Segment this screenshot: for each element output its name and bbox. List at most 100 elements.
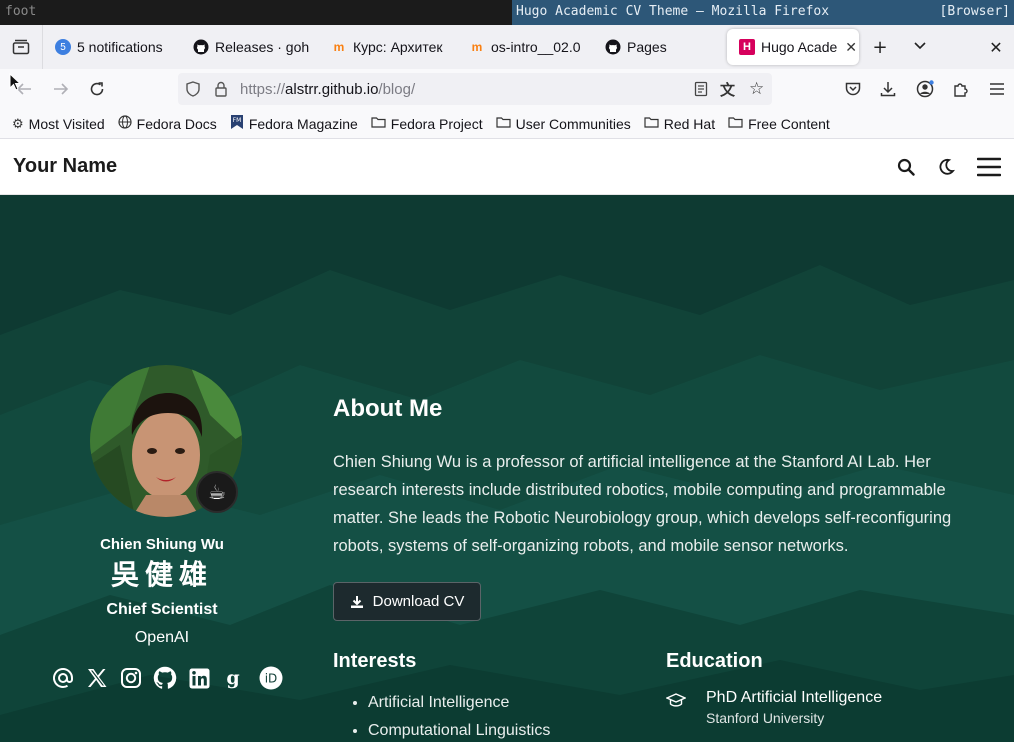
download-icon [880, 82, 896, 97]
interests-title: Interests [333, 650, 417, 672]
bookmark-most-visited[interactable]: ⚙ Most Visited [12, 116, 105, 132]
profile-name-cjk: 吳健雄 [110, 558, 213, 591]
reload-button[interactable] [85, 77, 109, 101]
url-path: /blog/ [378, 80, 416, 98]
education-school: Stanford University [706, 710, 825, 726]
translate-icon[interactable]: 文 [720, 79, 735, 100]
email-icon[interactable] [50, 665, 76, 691]
tab-os-intro[interactable]: m os-intro__02.0 [457, 25, 593, 69]
folder-icon [371, 116, 386, 131]
hamburger-menu-icon[interactable] [977, 157, 1001, 177]
downloads-button[interactable] [876, 77, 900, 101]
education-title: Education [666, 650, 763, 672]
close-window-button[interactable]: ✕ [978, 38, 1014, 57]
orcid-icon[interactable]: iD [258, 665, 284, 691]
close-tab-icon[interactable]: ✕ [845, 39, 857, 56]
bookmark-label: Fedora Project [390, 115, 483, 132]
list-tabs-button[interactable] [900, 39, 940, 55]
dark-mode-toggle-icon[interactable] [937, 158, 955, 176]
puzzle-icon [954, 83, 968, 97]
notification-badge-icon: 5 [55, 39, 71, 55]
star-bookmark-icon[interactable]: ☆ [749, 79, 764, 99]
fedora-magazine-icon: FM [230, 114, 244, 133]
reload-icon [90, 82, 104, 96]
desktop-topbar: foot Hugo Academic CV Theme — Mozilla Fi… [0, 0, 1014, 25]
gear-icon: ⚙ [12, 115, 24, 131]
list-item: Artificial Intelligence [368, 689, 550, 717]
bookmark-label: Red Hat [663, 115, 716, 132]
github-icon [193, 39, 209, 55]
pocket-button[interactable] [841, 77, 865, 101]
firefox-window: 5 5 notifications Releases · goh m Курс:… [0, 25, 1014, 742]
bookmark-user-communities[interactable]: User Communities [495, 116, 631, 132]
graduation-cap-icon [665, 693, 687, 726]
pocket-icon [845, 82, 861, 96]
tab-label: Курс: Архитек [353, 39, 443, 55]
chevron-down-icon [914, 42, 926, 50]
bookmarks-toolbar: ⚙ Most Visited Fedora Docs FM Fedora Mag… [0, 109, 1014, 139]
about-bio: Chien Shiung Wu is a professor of artifi… [333, 453, 952, 555]
github-icon[interactable] [152, 665, 178, 691]
tab-releases[interactable]: Releases · goh [181, 25, 319, 69]
bookmark-fedora-magazine[interactable]: FM Fedora Magazine [230, 114, 358, 133]
moodle-icon: m [333, 40, 345, 54]
workspace-tag: [Browser] [939, 4, 1010, 19]
tracking-protection-icon[interactable] [186, 81, 204, 97]
moodle-icon: m [471, 40, 483, 54]
list-item: Computational Linguistics [368, 717, 550, 742]
hamburger-icon [990, 83, 1004, 95]
lock-icon[interactable] [214, 81, 232, 97]
tab-label: Releases · goh [215, 39, 310, 55]
site-nav-actions [875, 157, 1001, 177]
tab-course[interactable]: m Курс: Архитек [319, 25, 457, 69]
hero-section: ☕ Chien Shiung Wu 吳健雄 Chief Scientist Op… [0, 195, 1014, 742]
tab-label: os-intro__02.0 [491, 39, 581, 55]
folder-icon [495, 116, 511, 131]
extensions-button[interactable] [949, 77, 973, 101]
education-degree: PhD Artificial Intelligence [706, 689, 883, 706]
search-icon[interactable] [897, 158, 915, 176]
tab-hugo-academic[interactable]: H Hugo Acade ✕ [727, 29, 859, 65]
bookmark-label: Free Content [748, 115, 830, 132]
tab-actions: + ✕ [860, 25, 1014, 69]
profile-role: Chief Scientist [106, 601, 218, 618]
profile-name: Chien Shiung Wu [100, 536, 224, 553]
mouse-cursor-icon [9, 73, 21, 91]
download-icon [350, 595, 364, 609]
bookmark-fedora-docs[interactable]: Fedora Docs [118, 115, 217, 132]
tab-label: Hugo Acade [761, 39, 838, 55]
app-menu-button[interactable] [985, 77, 1009, 101]
linkedin-icon[interactable] [186, 665, 212, 691]
download-cv-label: Download CV [372, 593, 465, 610]
site-navbar: Your Name [0, 139, 1014, 195]
site-brand[interactable]: Your Name [13, 155, 117, 178]
arrow-right-icon [54, 83, 69, 95]
x-twitter-icon[interactable] [84, 665, 110, 691]
url-text: https://alstrr.github.io/blog/ [240, 81, 415, 98]
google-scholar-icon[interactable]: g [220, 665, 246, 691]
web-page: Your Name ☕ Chien Shiung Wu 吳健雄 Chief Sc… [0, 139, 1014, 742]
instagram-icon[interactable] [118, 665, 144, 691]
url-bar[interactable]: https://alstrr.github.io/blog/ 文 ☆ [178, 73, 772, 105]
bookmark-red-hat[interactable]: Red Hat [644, 116, 715, 132]
bookmark-label: Most Visited [28, 115, 105, 132]
account-icon [916, 80, 934, 98]
education-item: PhD Artificial Intelligence Stanford Uni… [665, 689, 883, 726]
reader-view-icon[interactable] [694, 81, 708, 97]
active-window-title: Hugo Academic CV Theme — Mozilla Firefox… [512, 0, 1014, 25]
svg-text:FM: FM [232, 117, 241, 124]
terminal-title[interactable]: foot [0, 0, 512, 25]
svg-text:iD: iD [265, 672, 278, 686]
forward-button[interactable] [49, 77, 73, 101]
account-button[interactable] [913, 77, 937, 101]
new-tab-button[interactable]: + [860, 37, 900, 58]
download-cv-button[interactable]: Download CV [333, 582, 481, 621]
tab-pages[interactable]: Pages [593, 25, 727, 69]
tab-strip: 5 5 notifications Releases · goh m Курс:… [0, 25, 1014, 69]
bookmark-fedora-project[interactable]: Fedora Project [371, 116, 483, 132]
sidebar-toggle-button[interactable] [0, 25, 43, 69]
bookmark-free-content[interactable]: Free Content [728, 116, 830, 132]
profile-organization[interactable]: OpenAI [40, 629, 284, 647]
folder-icon [728, 116, 743, 131]
tab-notifications[interactable]: 5 5 notifications [43, 25, 181, 69]
